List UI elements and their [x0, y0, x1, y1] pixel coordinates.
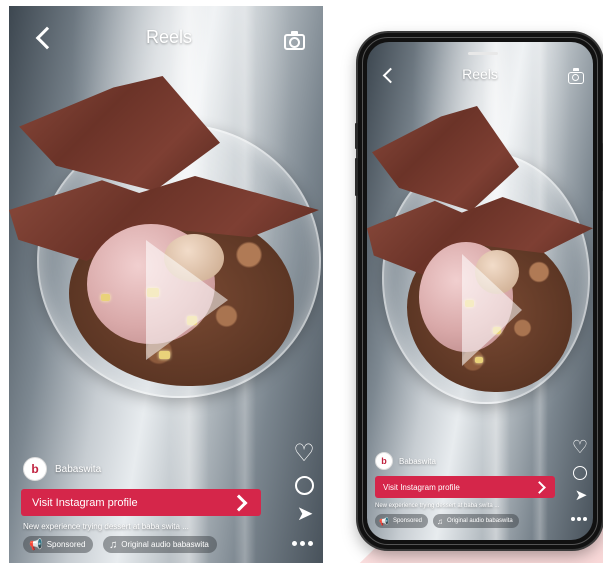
mockup-stage: Reels b Babaswita Visit Instagram profil… [0, 0, 603, 563]
audio-label: Original audio babaswita [447, 518, 513, 524]
chevron-right-icon [230, 494, 248, 511]
page-title: Reels [462, 66, 498, 82]
visit-profile-label: Visit Instagram profile [32, 496, 138, 509]
play-icon[interactable] [146, 240, 228, 360]
avatar[interactable]: b [375, 452, 393, 470]
more-dots-icon[interactable] [571, 517, 587, 521]
camera-icon[interactable] [568, 68, 584, 84]
chevron-right-icon [533, 480, 546, 494]
paper-plane-icon[interactable]: ➤ [571, 488, 591, 503]
music-note-icon: ♫ [109, 538, 118, 551]
paper-plane-icon[interactable]: ➤ [292, 504, 318, 524]
reel-caption[interactable]: New experience trying dessert at baba sw… [375, 503, 499, 509]
phone-side-button [355, 123, 358, 149]
audio-pill[interactable]: ♫ Original audio babaswita [433, 514, 519, 528]
visit-profile-button[interactable]: Visit Instagram profile [375, 476, 555, 498]
profile-row[interactable]: b Babaswita [375, 452, 436, 470]
comment-icon[interactable] [295, 476, 314, 495]
comment-icon[interactable] [573, 466, 587, 480]
megaphone-icon: 📢 [29, 539, 43, 551]
camera-icon[interactable] [284, 31, 305, 50]
sponsored-pill[interactable]: 📢 Sponsored [375, 514, 428, 528]
sponsored-label: Sponsored [46, 540, 86, 549]
back-icon[interactable] [382, 67, 399, 84]
gold-leaf [101, 294, 110, 301]
sponsored-label: Sponsored [392, 518, 422, 524]
audio-label: Original audio babaswita [121, 540, 209, 549]
avatar[interactable]: b [23, 457, 47, 481]
profile-row[interactable]: b Babaswita [23, 457, 101, 481]
phone-side-button [355, 158, 358, 196]
profile-name[interactable]: Babaswita [55, 464, 101, 475]
megaphone-icon: 📢 [379, 516, 389, 526]
reel-screen-small[interactable]: Reels b Babaswita Visit Instagram profil… [367, 42, 593, 540]
sponsored-pill[interactable]: 📢 Sponsored [23, 536, 94, 553]
visit-profile-button[interactable]: Visit Instagram profile [21, 489, 261, 516]
page-title: Reels [145, 27, 193, 47]
audio-pill[interactable]: ♫ Original audio babaswita [103, 536, 217, 553]
heart-icon[interactable]: ♡ [570, 438, 590, 456]
heart-icon[interactable]: ♡ [291, 442, 317, 466]
play-icon[interactable] [462, 254, 522, 366]
back-icon[interactable] [35, 26, 59, 50]
reel-screen-large[interactable]: Reels b Babaswita Visit Instagram profil… [9, 6, 323, 563]
more-dots-icon[interactable] [292, 541, 313, 546]
phone-frame: Reels b Babaswita Visit Instagram profil… [355, 33, 603, 549]
visit-profile-label: Visit Instagram profile [383, 482, 460, 492]
reel-caption[interactable]: New experience trying dessert at baba sw… [23, 522, 189, 531]
profile-name[interactable]: Babaswita [399, 457, 436, 466]
phone-speaker [468, 52, 498, 55]
music-note-icon: ♫ [437, 516, 443, 526]
